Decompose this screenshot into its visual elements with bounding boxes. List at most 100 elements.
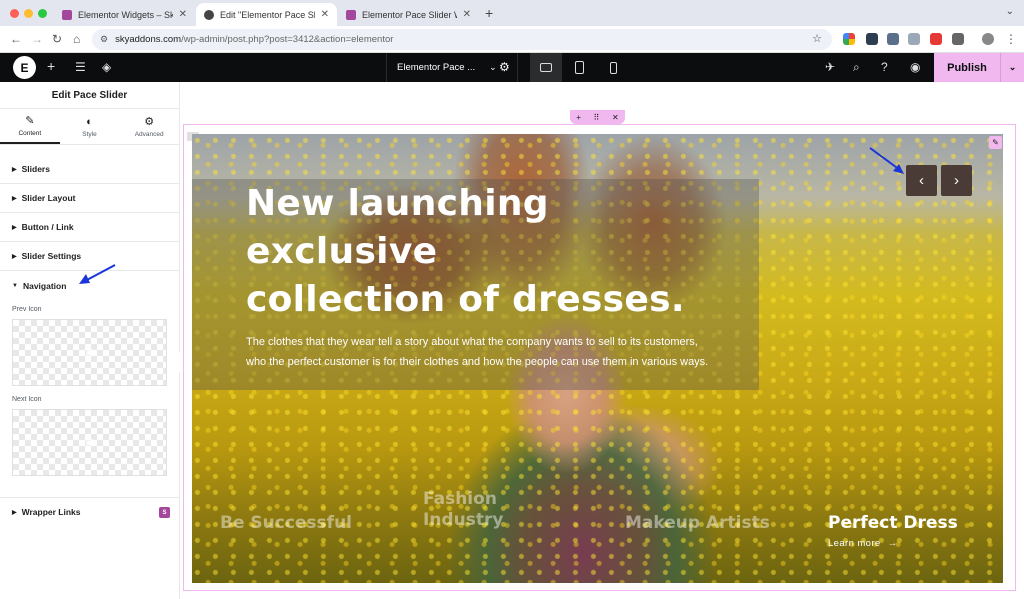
section-label: Sliders [21, 164, 50, 174]
slide-thumb[interactable]: Be Successful [220, 513, 352, 534]
slide-thumb[interactable]: Fashion Industry [423, 489, 503, 531]
section-sliders[interactable]: ▶ Sliders [0, 155, 179, 184]
url-host: skyaddons.com [115, 34, 182, 45]
headline-line: collection of dresses. [246, 279, 685, 320]
url-path: /wp-admin/post.php?post=3412&action=elem… [181, 34, 394, 45]
headline-line: New launching [246, 183, 549, 224]
site-info-icon[interactable]: ⚙ [100, 34, 108, 45]
mobile-view-button[interactable] [597, 53, 629, 82]
preview-eye-icon[interactable]: ◉ [910, 60, 920, 74]
close-tab-icon[interactable]: ✕ [463, 9, 471, 20]
browser-tab[interactable]: Elementor Widgets – Sky Addons ✕ [54, 3, 195, 26]
desktop-view-button[interactable] [530, 53, 562, 82]
page-selector[interactable]: Elementor Pace ... ⌄ ⚙ [386, 53, 518, 82]
extension-icon[interactable] [887, 33, 899, 45]
sky-addons-badge-icon: S [159, 507, 170, 518]
drag-handle-icon[interactable]: ⠿ [594, 113, 600, 122]
extension-icon[interactable] [930, 33, 942, 45]
description-line: who the perfect customer is for their cl… [246, 356, 709, 368]
slide-thumb-label: Be Successful [220, 513, 352, 533]
slide-headline: New launching exclusive collection of dr… [246, 180, 726, 324]
tab-advanced[interactable]: ⚙ Advanced [119, 109, 179, 144]
puzzle-icon[interactable] [952, 33, 964, 45]
help-icon[interactable]: ? [881, 60, 888, 74]
url-field[interactable]: ⚙ skyaddons.com /wp-admin/post.php?post=… [92, 29, 832, 50]
tab-label: Content [18, 130, 42, 137]
notifications-megaphone-icon[interactable]: ✈ [825, 60, 835, 74]
tab-favicon-icon [346, 9, 356, 20]
chevron-right-icon: › [954, 172, 959, 189]
search-icon[interactable]: ⌕ [853, 60, 860, 75]
tab-style[interactable]: ◐ Style [60, 109, 120, 144]
site-settings-icon[interactable]: ☰ [75, 60, 86, 74]
maximize-window-button[interactable] [38, 9, 47, 18]
tab-title: Elementor Widgets – Sky Addons [78, 9, 173, 20]
close-tab-icon[interactable]: ✕ [321, 9, 329, 20]
prev-icon-picker[interactable]: ▣ [12, 319, 167, 386]
arrow-right-icon: → [887, 538, 898, 549]
panel-tabs: ✎ Content ◐ Style ⚙ Advanced [0, 109, 179, 145]
learn-more-link[interactable]: Learn more → [828, 538, 898, 549]
section-wrapper-links[interactable]: ▶ Wrapper Links S [0, 497, 180, 526]
reload-icon[interactable]: ↻ [52, 32, 62, 46]
section-label: Slider Settings [21, 251, 82, 261]
desktop-icon [540, 63, 552, 72]
tab-title: Elementor Pace Slider Widget [362, 9, 457, 20]
tab-content[interactable]: ✎ Content [0, 109, 60, 144]
browser-tab-active[interactable]: Edit "Elementor Pace Slider Widget" ✕ [196, 3, 337, 26]
close-window-button[interactable] [10, 9, 19, 18]
address-bar-row: ← → ↻ ⌂ ⚙ skyaddons.com /wp-admin/post.p… [0, 26, 1024, 53]
mobile-icon [609, 61, 617, 74]
prev-icon-label: Prev Icon [12, 306, 42, 313]
chevron-down-icon: ⌄ [489, 62, 497, 72]
headline-line: exclusive [246, 231, 438, 272]
section-handle[interactable]: + ⠿ ✕ [570, 110, 625, 124]
tab-favicon-icon [62, 9, 72, 20]
page-selector-label: Elementor Pace ... [397, 62, 476, 73]
add-element-icon[interactable]: + [47, 58, 55, 74]
add-section-icon[interactable]: + [576, 113, 581, 122]
tab-label: Advanced [134, 131, 164, 138]
tablet-view-button[interactable] [563, 53, 595, 82]
annotation-arrow-icon [79, 264, 116, 284]
tab-title: Edit "Elementor Pace Slider Widget" [220, 9, 315, 20]
next-slide-button[interactable]: › [941, 165, 972, 196]
delete-section-icon[interactable]: ✕ [612, 113, 619, 122]
tab-favicon-icon [204, 9, 214, 20]
chevron-down-icon[interactable]: ⌄ [1000, 53, 1024, 82]
section-slider-layout[interactable]: ▶ Slider Layout [0, 184, 179, 213]
home-icon[interactable]: ⌂ [73, 32, 80, 46]
slide-thumb-active[interactable]: Perfect Dress [828, 513, 958, 534]
more-menu-icon[interactable]: ⋮ [1005, 32, 1017, 46]
slide-thumb-label: Makeup Artists [625, 513, 770, 533]
extension-icon[interactable] [843, 33, 855, 45]
extension-icon[interactable] [866, 33, 878, 45]
prev-slide-button[interactable]: ‹ [906, 165, 937, 196]
pace-slider[interactable]: New launching exclusive collection of dr… [192, 134, 1003, 583]
publish-button[interactable]: Publish ⌄ [934, 53, 1024, 82]
extension-icon[interactable] [908, 33, 920, 45]
caret-right-icon: ▶ [12, 253, 17, 260]
close-tab-icon[interactable]: ✕ [179, 9, 187, 20]
tab-label: Style [82, 130, 97, 138]
section-label: Navigation [22, 280, 67, 291]
structure-layers-icon[interactable]: ◈ [102, 60, 111, 74]
upload-icon: ▣ [85, 347, 94, 357]
slide-thumb-label: Industry [423, 510, 504, 530]
forward-icon[interactable]: → [31, 32, 43, 46]
next-icon-picker[interactable]: ▣ [12, 409, 167, 476]
back-icon[interactable]: ← [10, 32, 22, 46]
elementor-logo-icon[interactable]: E [13, 56, 36, 79]
publish-label: Publish [947, 61, 987, 74]
gear-icon[interactable]: ⚙ [499, 60, 510, 74]
section-button-link[interactable]: ▶ Button / Link [0, 213, 179, 242]
bookmark-star-icon[interactable]: ☆ [812, 32, 822, 45]
minimize-window-button[interactable] [24, 9, 33, 18]
browser-tab[interactable]: Elementor Pace Slider Widget ✕ [338, 3, 479, 26]
edit-widget-icon[interactable]: ✎ [989, 136, 1002, 149]
plus-icon[interactable]: + [485, 5, 493, 21]
avatar[interactable] [982, 33, 994, 45]
next-icon-label: Next Icon [12, 396, 42, 403]
chevron-down-icon[interactable]: ⌄ [1006, 6, 1014, 17]
slide-thumb[interactable]: Makeup Artists [625, 513, 770, 534]
